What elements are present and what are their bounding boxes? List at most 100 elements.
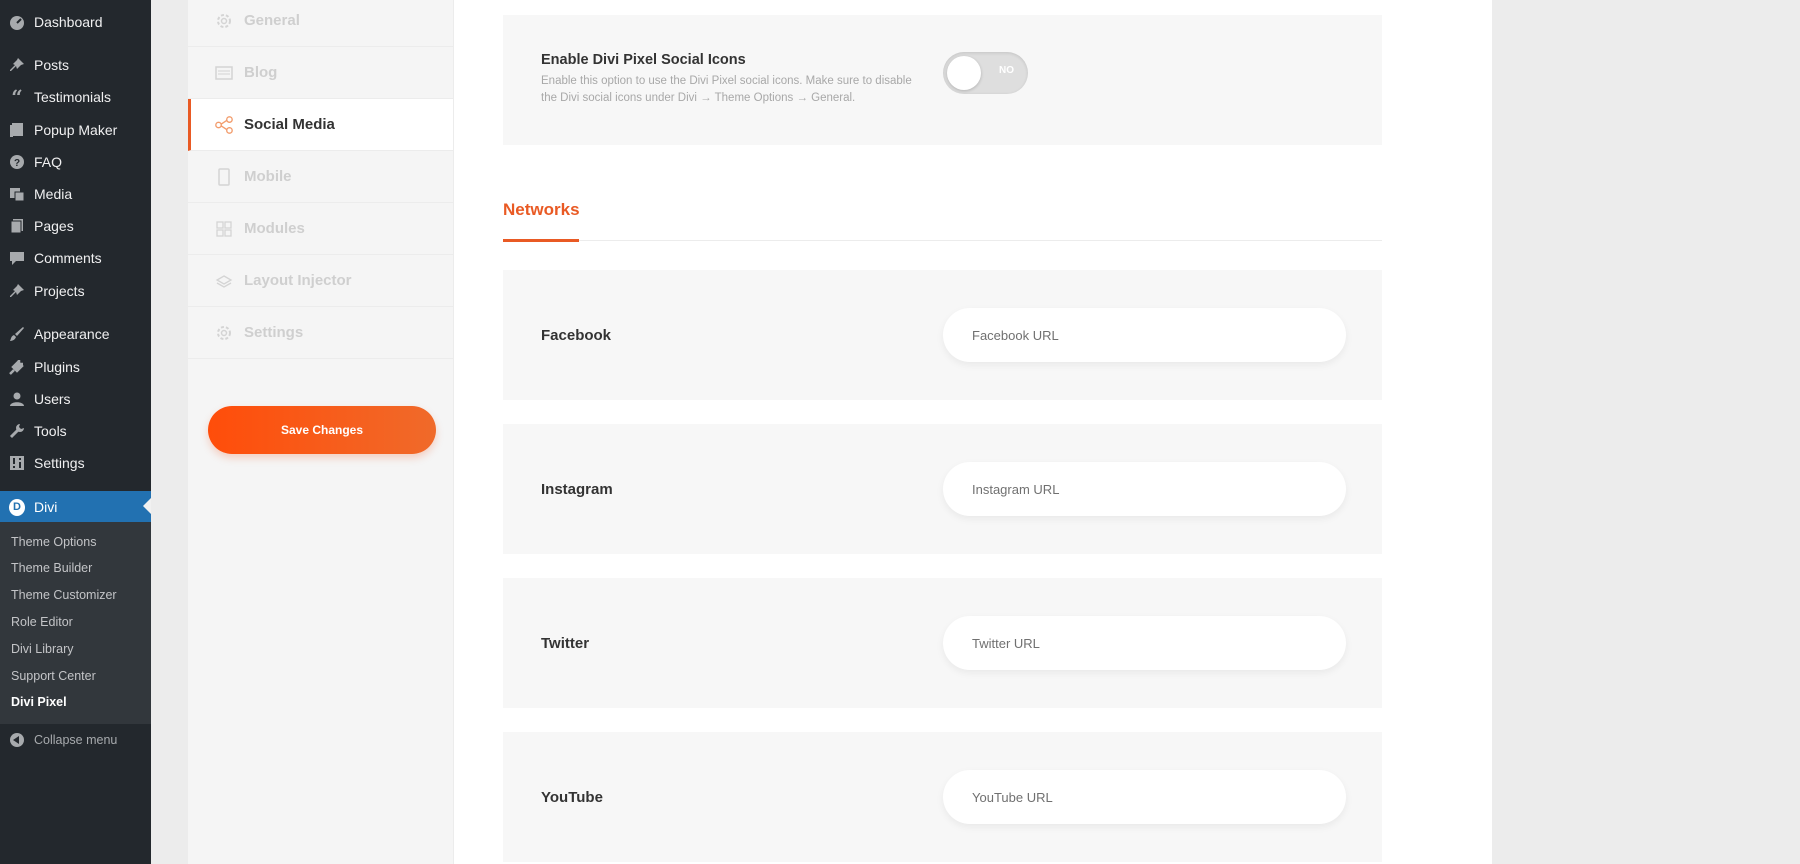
menu-item-users[interactable]: Users — [0, 384, 151, 414]
pages-icon — [9, 218, 25, 234]
quote-icon: “ — [11, 85, 23, 109]
menu-label: Posts — [34, 57, 70, 73]
instagram-url-input[interactable] — [943, 462, 1346, 516]
menu-item-plugins[interactable]: Plugins — [0, 352, 151, 382]
submenu-divi-library[interactable]: Divi Library — [11, 639, 74, 659]
divi-logo-icon: D — [9, 498, 25, 516]
menu-label: Divi — [34, 499, 58, 515]
menu-item-posts[interactable]: Posts — [0, 50, 151, 80]
tab-label: Mobile — [244, 168, 292, 185]
collapse-arrow-icon — [10, 733, 24, 747]
tab-layout-injector[interactable]: Layout Injector — [188, 255, 453, 307]
menu-item-comments[interactable]: Comments — [0, 243, 151, 273]
tab-label: Settings — [244, 324, 304, 341]
menu-item-settings[interactable]: Settings — [0, 448, 151, 478]
dashboard-icon — [9, 14, 25, 30]
menu-label: Appearance — [34, 326, 110, 342]
menu-item-pages[interactable]: Pages — [0, 211, 151, 241]
menu-label: Testimonials — [34, 89, 112, 105]
menu-label: Plugins — [34, 359, 80, 375]
tab-blog[interactable]: Blog — [188, 47, 453, 99]
submenu-theme-builder[interactable]: Theme Builder — [11, 558, 92, 578]
pin-icon — [9, 283, 25, 299]
plug-icon — [9, 359, 25, 375]
submenu-theme-customizer[interactable]: Theme Customizer — [11, 585, 117, 605]
menu-label: Pages — [34, 218, 74, 234]
tab-label: General — [244, 12, 300, 29]
layers-icon — [214, 271, 234, 291]
twitter-url-input[interactable] — [943, 616, 1346, 670]
tab-general[interactable]: General — [188, 0, 453, 47]
tab-label: Layout Injector — [244, 272, 352, 289]
networks-underline — [503, 239, 579, 242]
tab-label: Blog — [244, 64, 278, 81]
submenu-support-center[interactable]: Support Center — [11, 666, 96, 686]
menu-label: Tools — [34, 423, 67, 439]
mobile-icon — [214, 167, 234, 187]
menu-item-popup-maker[interactable]: Popup Maker — [0, 115, 151, 145]
youtube-label: YouTube — [541, 789, 603, 806]
submenu-divi-pixel[interactable]: Divi Pixel — [11, 692, 67, 712]
comment-icon — [9, 250, 25, 266]
enable-social-icons-toggle[interactable]: NO — [943, 52, 1028, 94]
menu-label: Dashboard — [34, 14, 103, 30]
youtube-card: YouTube — [503, 732, 1382, 862]
collapse-menu-button[interactable]: Collapse menu — [0, 728, 151, 752]
user-icon — [9, 391, 25, 407]
twitter-card: Twitter — [503, 578, 1382, 708]
facebook-label: Facebook — [541, 327, 612, 344]
settings-tabs: General Blog Social Media Mobile Modules — [188, 0, 454, 864]
instagram-label: Instagram — [541, 481, 613, 498]
media-icon — [9, 186, 25, 202]
modules-icon — [214, 219, 234, 239]
wrench-icon — [9, 423, 25, 439]
admin-sidebar: Dashboard Posts “ Testimonials Popup Mak… — [0, 0, 151, 864]
menu-label: Comments — [34, 250, 102, 266]
tab-mobile[interactable]: Mobile — [188, 151, 453, 203]
menu-label: Media — [34, 186, 73, 202]
submenu-theme-options[interactable]: Theme Options — [11, 532, 96, 552]
menu-item-dashboard[interactable]: Dashboard — [0, 7, 151, 37]
facebook-card: Facebook — [503, 270, 1382, 400]
tab-modules[interactable]: Modules — [188, 203, 453, 255]
share-icon — [214, 115, 234, 135]
tab-settings[interactable]: Settings — [188, 307, 453, 359]
enable-social-icons-card: Enable Divi Pixel Social Icons Enable th… — [503, 15, 1382, 145]
toggle-knob — [947, 56, 981, 90]
menu-item-projects[interactable]: Projects — [0, 276, 151, 306]
divi-pixel-panel: General Blog Social Media Mobile Modules — [188, 0, 1492, 864]
menu-label: Projects — [34, 283, 85, 299]
menu-item-divi[interactable]: D Divi — [0, 491, 151, 523]
divi-submenu: Theme Options Theme Builder Theme Custom… — [0, 522, 151, 724]
settings-icon — [9, 455, 25, 471]
menu-label: Popup Maker — [34, 122, 118, 138]
youtube-url-input[interactable] — [943, 770, 1346, 824]
networks-heading: Networks — [503, 200, 580, 219]
menu-item-media[interactable]: Media — [0, 179, 151, 209]
brush-icon — [9, 326, 25, 342]
tab-label: Modules — [244, 220, 305, 237]
menu-label: Users — [34, 391, 71, 407]
enable-description: Enable this option to use the Divi Pixel… — [541, 75, 912, 104]
twitter-label: Twitter — [541, 635, 590, 652]
popup-icon — [9, 122, 25, 138]
menu-item-faq[interactable]: ? FAQ — [0, 147, 151, 177]
menu-item-appearance[interactable]: Appearance — [0, 319, 151, 349]
collapse-label: Collapse menu — [34, 733, 118, 747]
menu-item-tools[interactable]: Tools — [0, 416, 151, 446]
facebook-url-input[interactable] — [943, 308, 1346, 362]
svg-text:?: ? — [14, 158, 20, 169]
tab-label: Social Media — [244, 116, 335, 133]
menu-label: Settings — [34, 455, 85, 471]
enable-label: Enable Divi Pixel Social Icons — [541, 52, 746, 68]
gear-icon — [214, 323, 234, 343]
save-changes-button[interactable]: Save Changes — [208, 406, 436, 454]
toggle-state-label: NO — [999, 65, 1014, 76]
gear-icon — [214, 11, 234, 31]
instagram-card: Instagram — [503, 424, 1382, 554]
menu-item-testimonials[interactable]: “ Testimonials — [0, 82, 151, 112]
tab-social-media[interactable]: Social Media — [188, 99, 453, 151]
question-icon: ? — [9, 154, 25, 170]
submenu-role-editor[interactable]: Role Editor — [11, 612, 73, 632]
menu-label: FAQ — [34, 154, 63, 170]
